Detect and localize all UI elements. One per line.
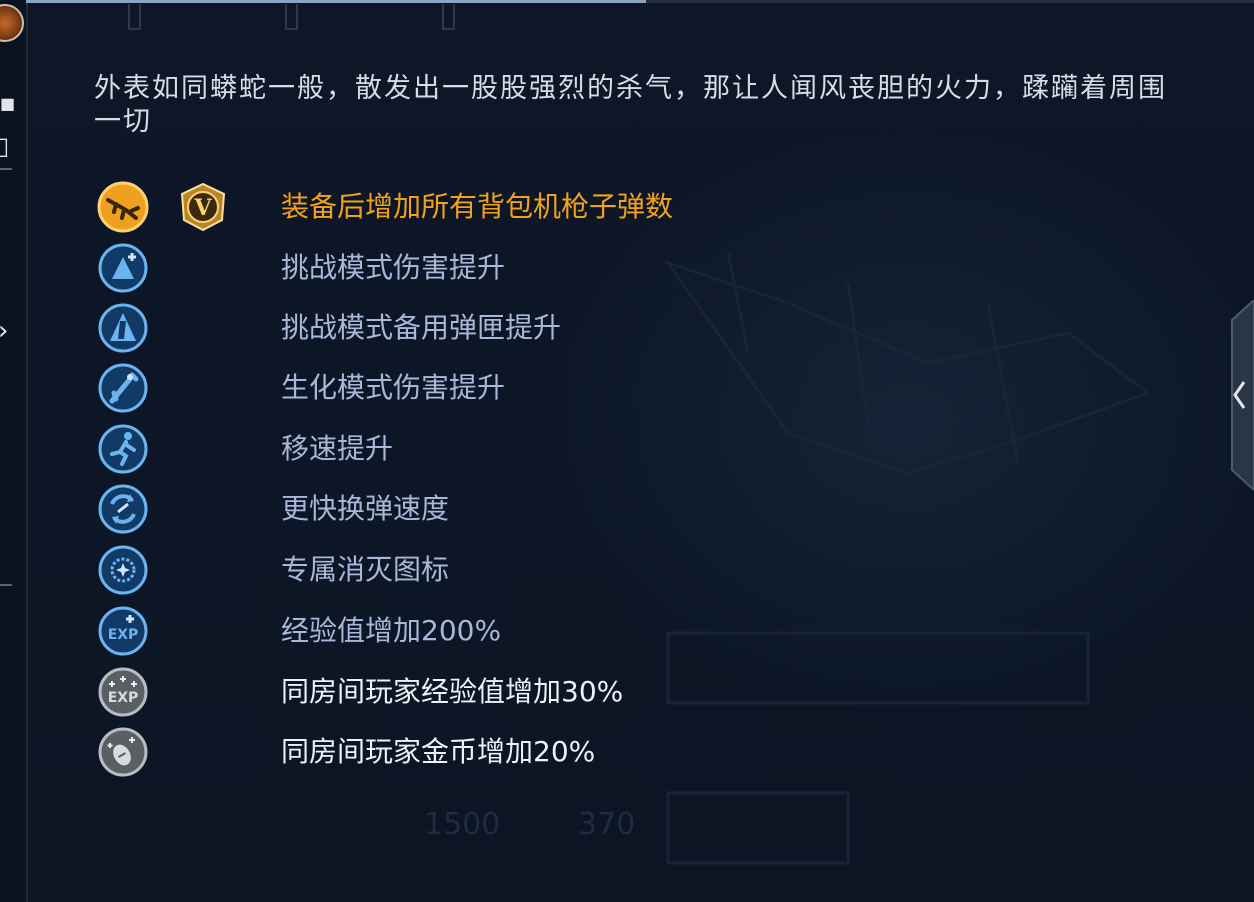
tab-marker — [285, 4, 298, 30]
background-stat-value: 370 — [578, 807, 636, 842]
feature-label: 挑战模式伤害提升 — [281, 251, 506, 284]
vip-badge-icon: V — [180, 182, 226, 232]
feature-row: V 装备后增加所有背包机枪子弹数 — [96, 180, 1096, 236]
chevron-right-icon[interactable]: › — [0, 316, 8, 346]
clipped-digit-fragment: ▯ — [0, 132, 10, 160]
divider — [0, 584, 12, 586]
rank-badge-icon — [0, 4, 24, 42]
running-man-icon — [98, 424, 148, 474]
feature-row: EXP 经验值增加200% — [96, 604, 1096, 660]
background-stat-value: 1500 — [424, 807, 501, 842]
feature-row: 生化模式伤害提升 — [96, 361, 1096, 417]
feature-row: 同房间玩家金币增加20% — [96, 725, 1096, 781]
feature-row: 更快换弹速度 — [96, 482, 1096, 538]
room-exp-icon: EXP — [98, 667, 148, 717]
collapse-panel-handle[interactable] — [1222, 300, 1254, 490]
fast-reload-icon — [98, 484, 148, 534]
feature-label: 挑战模式备用弹匣提升 — [281, 311, 562, 344]
feature-label: 装备后增加所有背包机枪子弹数 — [281, 190, 674, 223]
svg-text:EXP: EXP — [108, 627, 139, 643]
svg-text:EXP: EXP — [108, 690, 139, 706]
divider — [0, 168, 12, 170]
item-description: 外表如同蟒蛇一般，散发出一股股强烈的杀气，那让人闻风丧胆的火力，蹂躏着周围一切 — [94, 73, 1167, 137]
feature-label: 更快换弹速度 — [281, 492, 450, 525]
magazine-up-icon — [98, 303, 148, 353]
feature-row: 挑战模式伤害提升 — [96, 241, 1096, 297]
kill-mark-icon — [98, 545, 148, 595]
zombie-damage-icon — [98, 363, 148, 413]
feature-row: 专属消灭图标 — [96, 543, 1096, 599]
feature-label: 生化模式伤害提升 — [281, 371, 506, 404]
room-coin-icon — [98, 727, 148, 777]
feature-label: 移速提升 — [281, 432, 394, 465]
feature-row: 移速提升 — [96, 422, 1096, 478]
tab-marker — [128, 4, 141, 30]
feature-row: 挑战模式备用弹匣提升 — [96, 301, 1096, 357]
clipped-text-fragment: ■ — [0, 94, 16, 113]
svg-text:V: V — [193, 195, 212, 221]
tab-marker — [442, 4, 455, 30]
progress-bar — [26, 0, 646, 3]
damage-up-icon — [98, 243, 148, 293]
machine-gun-icon — [97, 181, 149, 233]
progress-bar-track — [646, 0, 1254, 3]
exp-plus-icon: EXP — [98, 606, 148, 656]
left-side-panel: ■ ▯ › — [0, 0, 28, 902]
feature-label: 同房间玩家经验值增加30% — [281, 675, 624, 708]
feature-label: 专属消灭图标 — [281, 553, 450, 586]
feature-label: 同房间玩家金币增加20% — [281, 735, 596, 768]
feature-label: 经验值增加200% — [281, 614, 502, 647]
feature-row: EXP 同房间玩家经验值增加30% — [96, 665, 1096, 721]
